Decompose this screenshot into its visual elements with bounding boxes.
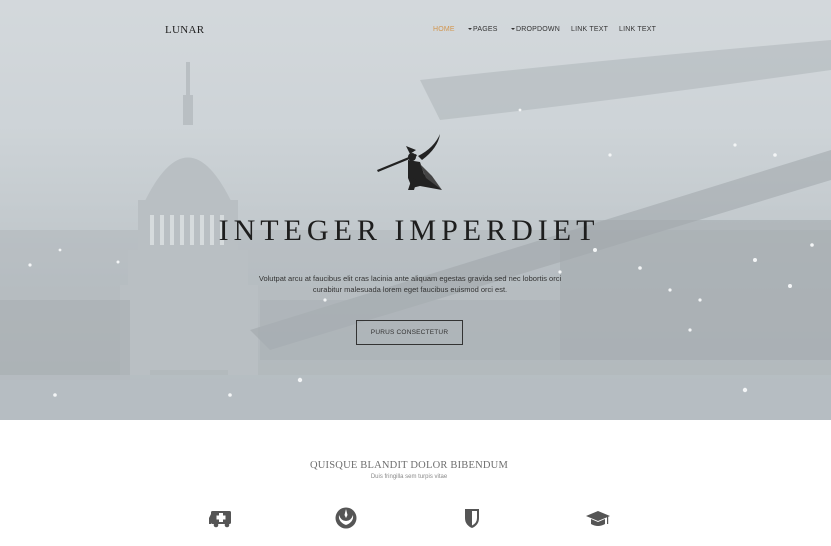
hero-description: Volutpat arcu at faucibus elit cras laci… bbox=[258, 274, 562, 294]
hero-title: INTEGER IMPERDIET bbox=[218, 214, 600, 247]
caret-down-icon bbox=[511, 28, 515, 31]
features-subtitle: Duis fringilla sem turpis vitae bbox=[370, 474, 448, 480]
brand-logo-text[interactable]: LUNAR bbox=[165, 24, 204, 36]
nav-link-text-1[interactable]: LINK TEXT bbox=[571, 26, 608, 38]
ambulance-icon bbox=[209, 511, 231, 528]
features-section: QUISQUE BLANDIT DOLOR BIBENDUM Duis frin… bbox=[0, 420, 831, 546]
feature-label-placeholder bbox=[558, 534, 638, 540]
navbar: LUNAR HOME PAGES DROPDOWN LINK TEXT LINK… bbox=[0, 0, 831, 60]
shield-icon bbox=[465, 509, 479, 528]
feature-item bbox=[432, 506, 512, 546]
graduation-cap-icon bbox=[586, 511, 610, 526]
archer-logo-icon bbox=[377, 134, 442, 190]
nav-pages[interactable]: PAGES bbox=[468, 26, 498, 38]
feature-item bbox=[558, 506, 638, 546]
feature-item bbox=[181, 506, 261, 546]
feature-label-placeholder bbox=[181, 534, 261, 540]
features-title: QUISQUE BLANDIT DOLOR BIBENDUM bbox=[309, 460, 508, 471]
hero-cta-button[interactable]: PURUS CONSECTETUR bbox=[356, 320, 463, 345]
feature-item bbox=[306, 506, 386, 546]
feature-label-placeholder bbox=[306, 534, 386, 540]
rebel-icon bbox=[335, 507, 357, 529]
feature-label-placeholder bbox=[432, 534, 512, 540]
hero-section: LUNAR HOME PAGES DROPDOWN LINK TEXT LINK… bbox=[0, 0, 831, 420]
nav-home[interactable]: HOME bbox=[433, 26, 455, 38]
hero-overlay bbox=[0, 0, 831, 420]
nav-link-text-2[interactable]: LINK TEXT bbox=[619, 26, 656, 38]
nav-dropdown-label: DROPDOWN bbox=[516, 26, 560, 33]
nav-pages-label: PAGES bbox=[473, 26, 498, 33]
caret-down-icon bbox=[468, 28, 472, 31]
nav-dropdown[interactable]: DROPDOWN bbox=[511, 26, 560, 38]
